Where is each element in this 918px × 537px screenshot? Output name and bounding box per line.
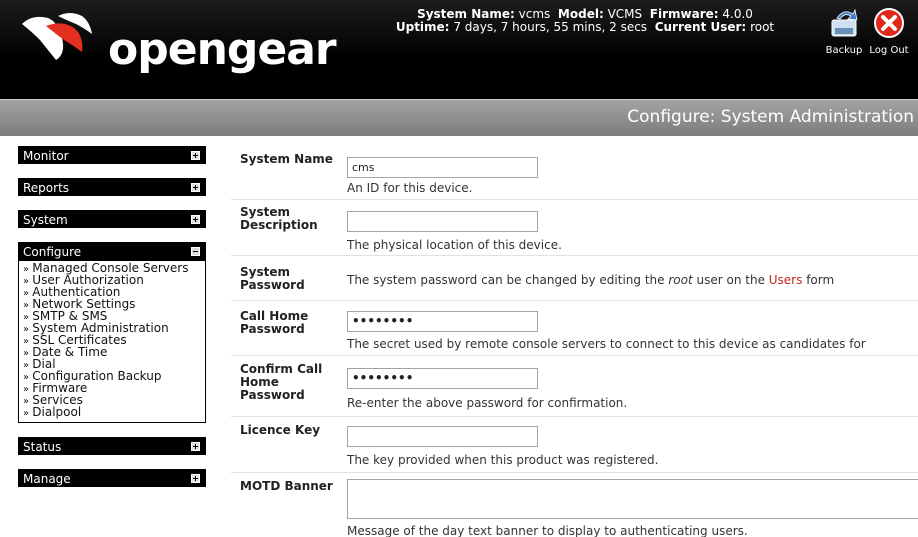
sidebar: Monitor Reports System Configure Managed… <box>18 146 206 501</box>
system-name-label: System Name: <box>417 7 515 21</box>
system-password-hint-root: root <box>668 273 693 287</box>
system-name-value: vcms <box>518 7 551 21</box>
menu-reports-label: Reports <box>23 181 70 195</box>
menu-system-label: System <box>23 213 68 227</box>
menu-monitor-label: Monitor <box>23 149 69 163</box>
confirm-call-home-password-hint: Re-enter the above password for confirma… <box>347 396 628 410</box>
menu-status-label: Status <box>23 440 62 454</box>
menu-configure-label: Configure <box>23 245 82 259</box>
expand-icon[interactable] <box>191 474 200 483</box>
motd-banner-textarea[interactable] <box>347 479 918 519</box>
uptime-value: 7 days, 7 hours, 55 mins, 2 secs <box>453 20 648 34</box>
confirm-call-home-password-label: Confirm Call Home Password <box>240 362 323 402</box>
logout-label: Log Out <box>869 45 909 56</box>
licence-key-hint: The key provided when this product was r… <box>347 453 659 467</box>
motd-banner-label: MOTD Banner <box>240 479 333 493</box>
system-password-hint-text: The system password can be changed by ed… <box>347 273 669 287</box>
form-row-system-password: System Password The system password can … <box>231 256 918 301</box>
form-row-system-description: System Description The physical location… <box>231 200 918 256</box>
form-row-licence-key: Licence Key The key provided when this p… <box>231 417 918 473</box>
form-row-motd-banner: MOTD Banner Message of the day text bann… <box>231 473 918 537</box>
uptime-label: Uptime: <box>395 20 450 34</box>
menu-manage-label: Manage <box>23 472 71 486</box>
system-password-hint-text-2: user on the <box>692 273 769 287</box>
menu-status[interactable]: Status <box>18 437 206 455</box>
expand-icon[interactable] <box>191 151 200 160</box>
system-password-hint-text-3: form <box>802 273 835 287</box>
model-label: Model: <box>557 7 604 21</box>
system-password-hint: The system password can be changed by ed… <box>347 273 834 287</box>
system-name-label: System Name <box>240 152 333 166</box>
system-description-input[interactable] <box>347 211 538 232</box>
system-name-hint: An ID for this device. <box>347 181 473 195</box>
configure-submenu: Managed Console Servers User Authorizati… <box>19 261 205 422</box>
logo-text: opengear <box>108 24 337 75</box>
system-description-hint: The physical location of this device. <box>347 238 562 252</box>
call-home-password-hint: The secret used by remote console server… <box>347 337 866 351</box>
call-home-password-input[interactable]: •••••••• <box>347 311 538 332</box>
motd-banner-hint: Message of the day text banner to displa… <box>347 524 748 537</box>
opengear-logo: opengear <box>18 10 337 80</box>
header: opengear System Name: vcms Model: VCMS F… <box>0 0 918 99</box>
system-name-input[interactable] <box>347 157 538 178</box>
form-row-call-home-password: Call Home Password •••••••• The secret u… <box>231 301 918 356</box>
menu-configure-panel: Configure Managed Console Servers User A… <box>18 242 206 423</box>
expand-icon[interactable] <box>191 183 200 192</box>
current-user-value: root <box>750 20 775 34</box>
logout-close-icon <box>874 8 904 38</box>
menu-system[interactable]: System <box>18 210 206 228</box>
system-info: System Name: vcms Model: VCMS Firmware: … <box>360 8 810 34</box>
current-user-label: Current User: <box>654 20 747 34</box>
backup-icon <box>831 8 858 37</box>
firmware-label: Firmware: <box>649 7 719 21</box>
logout-button[interactable]: Log Out <box>860 6 918 56</box>
system-info-line-2: Uptime: 7 days, 7 hours, 55 mins, 2 secs… <box>360 21 810 34</box>
menu-monitor[interactable]: Monitor <box>18 146 206 164</box>
title-bar: Configure: System Administration <box>0 99 918 136</box>
users-form-link[interactable]: Users <box>769 273 803 287</box>
expand-icon[interactable] <box>191 215 200 224</box>
confirm-call-home-password-input[interactable]: •••••••• <box>347 368 538 389</box>
submenu-dialpool[interactable]: Dialpool <box>23 406 201 419</box>
collapse-icon[interactable] <box>191 247 200 256</box>
system-password-label: System Password <box>240 265 305 292</box>
system-description-label: System Description <box>240 205 318 232</box>
licence-key-input[interactable] <box>347 426 538 447</box>
opengear-logo-icon <box>22 13 92 60</box>
model-value: VCMS <box>607 7 643 21</box>
menu-reports[interactable]: Reports <box>18 178 206 196</box>
form-row-system-name: System Name An ID for this device. <box>231 147 918 200</box>
call-home-password-label: Call Home Password <box>240 309 309 336</box>
licence-key-label: Licence Key <box>240 423 321 437</box>
firmware-value: 4.0.0 <box>722 7 753 21</box>
menu-configure[interactable]: Configure <box>19 243 205 261</box>
expand-icon[interactable] <box>191 442 200 451</box>
form-row-confirm-call-home-password: Confirm Call Home Password •••••••• Re-e… <box>231 356 918 417</box>
menu-manage[interactable]: Manage <box>18 469 206 487</box>
page-title: Configure: System Administration <box>627 107 914 127</box>
